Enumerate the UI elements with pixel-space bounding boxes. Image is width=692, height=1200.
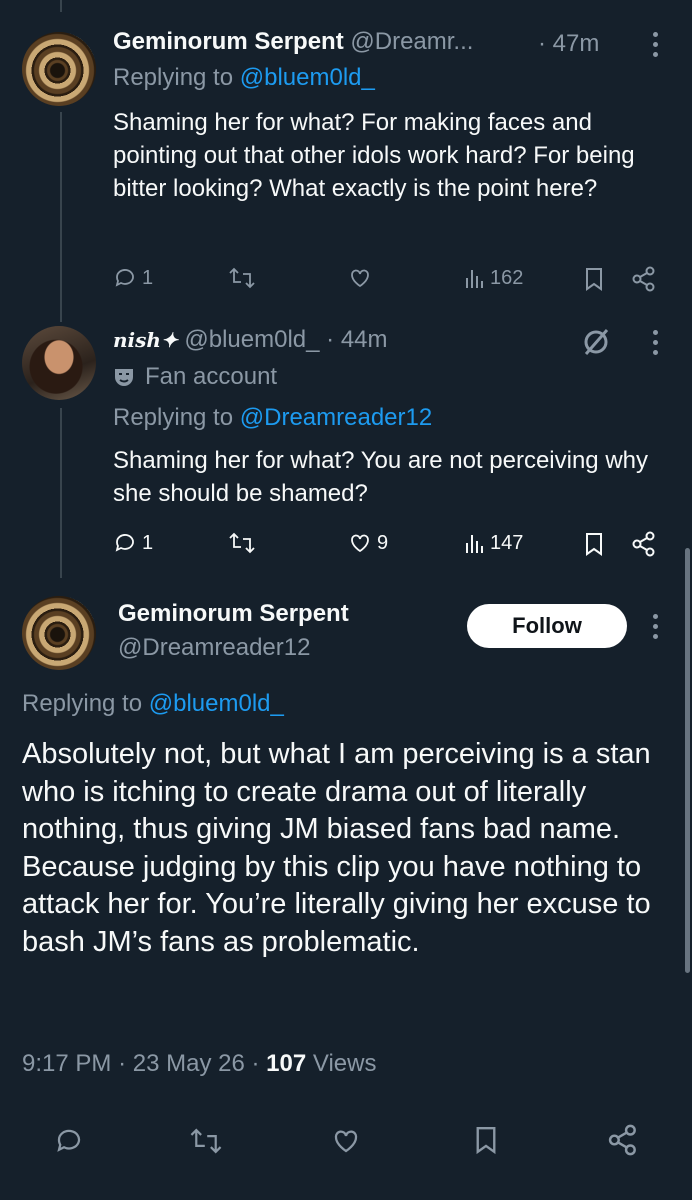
reply-button[interactable] bbox=[53, 1126, 85, 1156]
fan-account-badge: Fan account bbox=[145, 363, 278, 390]
thread-line-top bbox=[60, 0, 62, 12]
avatar[interactable] bbox=[22, 596, 96, 670]
like-button[interactable]: 9 bbox=[347, 531, 388, 555]
like-icon bbox=[334, 1130, 358, 1153]
views-count: 107 bbox=[266, 1050, 307, 1077]
more-icon[interactable] bbox=[653, 32, 659, 62]
author-handle[interactable]: @Dreamreader12 bbox=[118, 634, 310, 662]
replying-to-link[interactable]: @bluem0ld_ bbox=[149, 690, 284, 717]
grok-icon[interactable] bbox=[580, 326, 612, 358]
author-name[interactable]: nish✦ bbox=[113, 328, 178, 352]
views-icon bbox=[466, 270, 483, 288]
retweet-icon bbox=[229, 267, 255, 289]
author-handle[interactable]: @bluem0ld_ bbox=[184, 326, 319, 353]
replying-to-link[interactable]: @Dreamreader12 bbox=[240, 404, 432, 431]
reply-count: 1 bbox=[142, 266, 154, 289]
share-button[interactable] bbox=[631, 266, 657, 292]
avatar[interactable] bbox=[22, 326, 96, 400]
retweet-icon bbox=[229, 532, 255, 554]
bookmark-icon bbox=[586, 533, 602, 556]
author-handle[interactable]: @Dreamr... bbox=[350, 28, 473, 55]
tweet-text: Absolutely not, but what I am perceiving… bbox=[22, 738, 651, 958]
reply-button[interactable]: 1 bbox=[112, 531, 153, 555]
tweet-time[interactable]: 9:17 PM bbox=[22, 1050, 111, 1077]
replying-label: Replying to bbox=[113, 64, 234, 91]
follow-button[interactable]: Follow bbox=[467, 604, 627, 648]
thread-line-2 bbox=[60, 408, 62, 578]
views-label: Views bbox=[312, 1050, 377, 1077]
bookmark-button[interactable] bbox=[583, 266, 605, 292]
bookmark-button[interactable] bbox=[583, 531, 605, 557]
reply-icon bbox=[115, 534, 134, 552]
views-button[interactable]: 147 bbox=[464, 531, 523, 555]
views-button[interactable]: 162 bbox=[464, 266, 523, 290]
like-button[interactable] bbox=[330, 1126, 362, 1156]
replying-to-link[interactable]: @bluem0ld_ bbox=[240, 64, 375, 91]
retweet-icon bbox=[190, 1128, 222, 1154]
bookmark-icon bbox=[586, 268, 602, 291]
retweet-button[interactable] bbox=[228, 266, 256, 290]
thread-line-1 bbox=[60, 112, 62, 322]
reply-icon bbox=[57, 1129, 81, 1152]
replying-label: Replying to bbox=[22, 690, 143, 717]
tweet-text: Shaming her for what? You are not percei… bbox=[113, 447, 648, 507]
views-count: 162 bbox=[490, 266, 524, 289]
reply-count: 1 bbox=[142, 531, 154, 554]
tweet-time[interactable]: · 47m bbox=[538, 30, 599, 58]
replying-label: Replying to bbox=[113, 404, 234, 431]
reply-icon bbox=[115, 269, 134, 287]
like-icon bbox=[351, 269, 369, 288]
author-name[interactable]: Geminorum Serpent bbox=[113, 28, 344, 55]
tweet-date[interactable]: 23 May 26 bbox=[133, 1050, 245, 1077]
tweet-text: Shaming her for what? For making faces a… bbox=[113, 109, 635, 202]
retweet-button[interactable] bbox=[228, 531, 256, 555]
share-button[interactable] bbox=[607, 1124, 639, 1156]
bookmark-button[interactable] bbox=[473, 1124, 499, 1156]
scrollbar[interactable] bbox=[685, 548, 690, 973]
avatar[interactable] bbox=[22, 32, 96, 106]
share-icon bbox=[608, 1124, 636, 1156]
retweet-button[interactable] bbox=[189, 1126, 223, 1156]
author-name[interactable]: Geminorum Serpent bbox=[118, 600, 349, 628]
share-icon bbox=[632, 266, 655, 292]
share-icon bbox=[632, 531, 655, 557]
like-button[interactable] bbox=[347, 266, 373, 290]
like-count: 9 bbox=[377, 531, 389, 554]
views-icon bbox=[466, 535, 483, 553]
more-icon[interactable] bbox=[653, 330, 659, 360]
share-button[interactable] bbox=[631, 531, 657, 557]
fan-mask-icon bbox=[115, 369, 133, 386]
more-icon[interactable] bbox=[653, 614, 659, 644]
bookmark-icon bbox=[476, 1127, 496, 1155]
like-icon bbox=[351, 534, 369, 553]
tweet-time[interactable]: · 44m bbox=[326, 326, 387, 353]
views-count: 147 bbox=[490, 531, 524, 554]
reply-button[interactable]: 1 bbox=[112, 266, 153, 290]
